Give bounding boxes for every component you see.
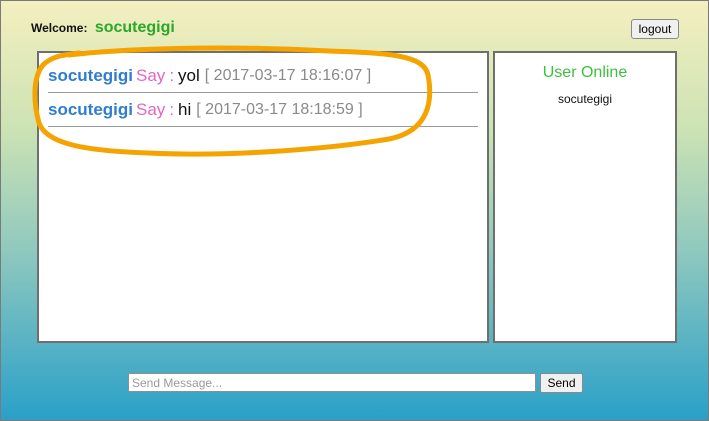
message-username: socutegigi [48, 65, 134, 85]
welcome-label: Welcome: [31, 21, 88, 35]
message-username: socutegigi [48, 99, 134, 119]
message-colon: : [169, 65, 175, 85]
logout-button[interactable]: logout [631, 19, 679, 39]
current-username: socutegigi [94, 19, 175, 36]
message-say-label: Say [136, 99, 166, 119]
online-users-panel: User Online socutegigi [493, 51, 677, 343]
welcome-banner: Welcome: socutegigi [31, 19, 175, 37]
message-timestamp: [ 2017-03-17 18:16:07 ] [204, 66, 372, 84]
message-text: hi [178, 99, 192, 119]
message-text: yol [178, 65, 200, 85]
chat-window: Welcome: socutegigi logout socutegigi Sa… [0, 0, 709, 421]
message-say-label: Say [136, 65, 166, 85]
online-user-item[interactable]: socutegigi [495, 92, 675, 106]
online-users-title: User Online [542, 64, 628, 81]
message-colon: : [169, 99, 175, 119]
send-button[interactable]: Send [540, 373, 583, 393]
message-row: socutegigi Say : hi [ 2017-03-17 18:18:5… [48, 93, 478, 127]
message-input[interactable] [128, 373, 536, 392]
message-panel: socutegigi Say : yol [ 2017-03-17 18:16:… [37, 51, 489, 343]
message-row: socutegigi Say : yol [ 2017-03-17 18:16:… [48, 59, 478, 93]
message-timestamp: [ 2017-03-17 18:18:59 ] [196, 100, 363, 118]
